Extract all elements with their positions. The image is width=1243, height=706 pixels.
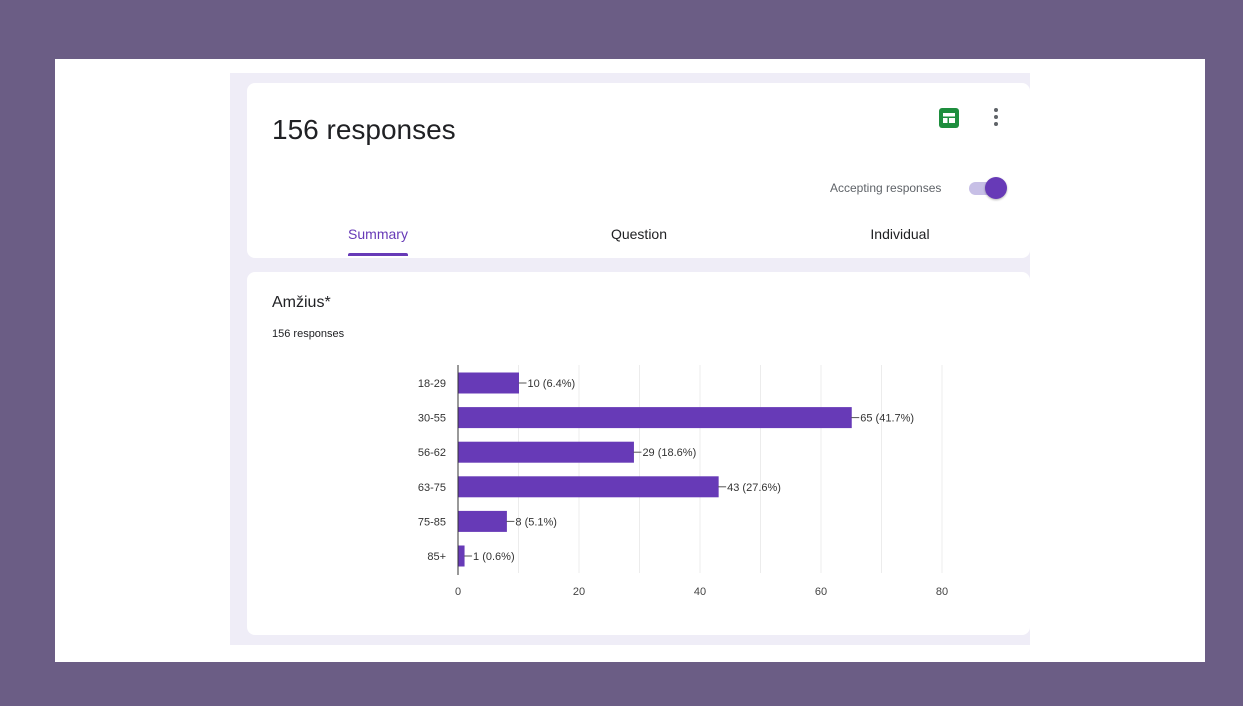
- data-label: 8 (5.1%): [515, 516, 557, 528]
- toggle-thumb: [985, 177, 1007, 199]
- data-label: 29 (18.6%): [642, 447, 696, 459]
- category-label: 30-55: [418, 413, 446, 425]
- data-label: 43 (27.6%): [727, 482, 781, 494]
- question-summary-card: Amžius* 156 responses 0 20 40 60 80 18-29 10 (…: [247, 272, 1030, 635]
- tab-summary[interactable]: Summary: [318, 226, 438, 242]
- bar: [458, 441, 634, 463]
- x-tick-label: 60: [815, 586, 827, 598]
- category-label: 63-75: [418, 482, 446, 494]
- data-label: 10 (6.4%): [528, 378, 576, 390]
- category-label: 85+: [427, 551, 446, 563]
- more-options-icon[interactable]: [989, 105, 1003, 129]
- tab-individual[interactable]: Individual: [840, 226, 960, 242]
- bar: [458, 545, 465, 567]
- tab-question[interactable]: Question: [579, 226, 699, 242]
- x-tick-label: 40: [694, 586, 706, 598]
- category-label: 56-62: [418, 447, 446, 459]
- x-tick-label: 0: [455, 586, 461, 598]
- responses-header-card: 156 responses Accepting responses Summar…: [247, 83, 1030, 258]
- x-tick-label: 20: [573, 586, 585, 598]
- forms-responses-panel: 156 responses Accepting responses Summar…: [230, 73, 1030, 645]
- bar: [458, 372, 519, 394]
- bar: [458, 407, 852, 429]
- sheets-icon[interactable]: [939, 108, 959, 128]
- category-label: 18-29: [418, 378, 446, 390]
- bar-chart: 0 20 40 60 80 18-29 10 (6.4%) 30-55 65 (41.7%) 56…: [418, 365, 948, 598]
- data-label: 1 (0.6%): [473, 551, 515, 563]
- active-tab-indicator: [348, 253, 408, 256]
- bar: [458, 510, 507, 532]
- accepting-responses-toggle[interactable]: [967, 176, 1007, 200]
- data-label: 65 (41.7%): [860, 413, 914, 425]
- bar: [458, 476, 719, 498]
- responses-title: 156 responses: [272, 114, 456, 145]
- accepting-responses-label: Accepting responses: [830, 181, 942, 195]
- x-tick-label: 80: [936, 586, 948, 598]
- category-label: 75-85: [418, 516, 446, 528]
